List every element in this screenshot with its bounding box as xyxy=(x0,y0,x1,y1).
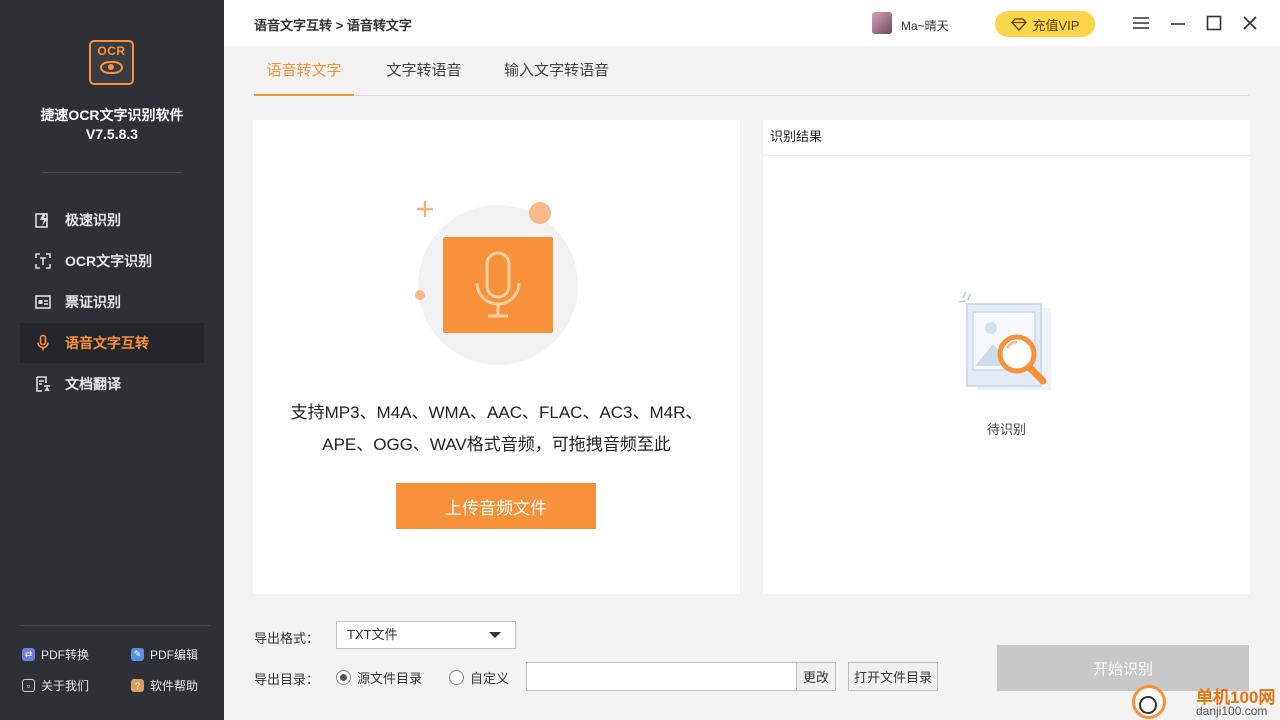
help-label: 软件帮助 xyxy=(150,679,199,693)
radio-custom-dir[interactable]: 自定义 xyxy=(449,668,509,687)
title-bar: 语音文字互转 > 语音转文字 Ma~晴天 充值VIP xyxy=(224,0,1280,46)
about-label: 关于我们 xyxy=(41,679,90,693)
app-name: 捷速OCR文字识别软件 xyxy=(40,107,184,123)
microphone-icon xyxy=(34,334,52,352)
chat-icon: ▫ xyxy=(22,679,35,692)
pdf-convert-label: PDF转换 xyxy=(41,648,90,662)
sidebar-item-label: OCR文字识别 xyxy=(65,253,153,269)
ticket-icon xyxy=(34,293,52,311)
open-dir-button[interactable]: 打开文件目录 xyxy=(848,662,938,691)
radio-button xyxy=(449,670,464,685)
upload-drop-zone[interactable]: 支持MP3、M4A、WMA、AAC、FLAC、AC3、M4R、 APE、OGG、… xyxy=(253,120,740,594)
diamond-icon xyxy=(1010,17,1027,31)
maximize-icon[interactable] xyxy=(1205,14,1223,32)
sidebar-item-fast-scan[interactable]: 极速识别 xyxy=(20,200,204,240)
watermark-line2: danji100.com xyxy=(1196,704,1268,718)
avatar[interactable] xyxy=(872,12,892,34)
pdf-edit-label: PDF编辑 xyxy=(150,648,199,662)
translate-doc-icon xyxy=(34,375,52,393)
sidebar-item-label: 票证识别 xyxy=(65,294,121,310)
upload-audio-button[interactable]: 上传音频文件 xyxy=(396,483,596,529)
pdf-edit-link[interactable]: ✎ PDF编辑 xyxy=(131,646,198,663)
chevron-down-icon xyxy=(489,632,501,638)
watermark: 单机100网 danji100.com xyxy=(1132,683,1277,720)
logo-text: OCR xyxy=(97,44,126,58)
radio-source-dir-label: 源文件目录 xyxy=(357,671,423,686)
radio-button-checked xyxy=(336,670,351,685)
pending-status: 待识别 xyxy=(986,422,1026,437)
sidebar-item-translate[interactable]: 文档翻译 xyxy=(20,364,204,404)
sidebar-item-label: 极速识别 xyxy=(65,212,121,228)
app-logo: OCR xyxy=(89,40,134,85)
sidebar-nav: 极速识别 OCR文字识别 票证识别 语音文字互转 文档翻译 xyxy=(20,200,204,405)
app-version: V7.5.8.3 xyxy=(85,126,139,142)
watermark-logo-icon xyxy=(1132,685,1166,719)
change-dir-button[interactable]: 更改 xyxy=(796,662,836,691)
ocr-frame-icon xyxy=(34,252,52,270)
eye-icon xyxy=(100,61,123,74)
sidebar-item-speech-text[interactable]: 语音文字互转 xyxy=(20,323,204,363)
close-icon[interactable] xyxy=(1241,14,1259,32)
export-format-label: 导出格式： xyxy=(254,631,320,646)
sidebar-divider xyxy=(42,172,182,173)
image-search-icon xyxy=(958,291,1051,390)
export-dir-label: 导出目录： xyxy=(254,672,320,687)
export-path-input[interactable] xyxy=(526,662,797,691)
result-title: 识别结果 xyxy=(763,120,1250,156)
upload-hint-line2: APE、OGG、WAV格式音频，可拖拽音频至此 xyxy=(322,435,671,454)
recharge-vip-button[interactable]: 充值VIP xyxy=(995,11,1095,37)
radio-source-dir[interactable]: 源文件目录 xyxy=(336,668,422,687)
sidebar-item-label: 文档翻译 xyxy=(65,376,121,392)
radio-custom-dir-label: 自定义 xyxy=(470,671,510,686)
sidebar: OCR 捷速OCR文字识别软件 V7.5.8.3 极速识别 OCR文字识别 票证… xyxy=(0,0,224,720)
minimize-icon[interactable] xyxy=(1169,14,1187,32)
sidebar-item-ocr[interactable]: OCR文字识别 xyxy=(20,241,204,281)
audio-upload-illustration xyxy=(415,201,578,365)
sidebar-item-label: 语音文字互转 xyxy=(65,335,149,351)
breadcrumb: 语音文字互转 > 语音转文字 xyxy=(254,18,412,33)
tab-input-text-to-speech[interactable]: 输入文字转语音 xyxy=(494,46,619,96)
sidebar-bottom-divider xyxy=(20,625,210,626)
about-link[interactable]: ▫ 关于我们 xyxy=(22,677,89,694)
sidebar-item-ticket[interactable]: 票证识别 xyxy=(20,282,204,322)
vip-label: 充值VIP xyxy=(1032,17,1080,33)
help-link[interactable]: ? 软件帮助 xyxy=(131,677,198,694)
tab-text-to-speech[interactable]: 文字转语音 xyxy=(374,46,474,96)
pdf-convert-icon: ⇄ xyxy=(22,648,35,661)
export-format-value: TXT文件 xyxy=(347,627,398,642)
pdf-convert-link[interactable]: ⇄ PDF转换 xyxy=(22,646,89,663)
result-panel: 识别结果 待识别 xyxy=(763,120,1250,594)
export-format-select[interactable]: TXT文件 xyxy=(336,621,516,649)
help-icon: ? xyxy=(131,679,144,692)
upload-hint-line1: 支持MP3、M4A、WMA、AAC、FLAC、AC3、M4R、 xyxy=(290,403,703,422)
tab-bar: 语音转文字 文字转语音 输入文字转语音 xyxy=(254,46,1249,96)
menu-icon[interactable] xyxy=(1132,14,1150,32)
pdf-edit-icon: ✎ xyxy=(131,648,144,661)
tab-speech-to-text[interactable]: 语音转文字 xyxy=(254,46,354,96)
fast-scan-icon xyxy=(34,211,52,229)
username[interactable]: Ma~晴天 xyxy=(901,17,949,34)
